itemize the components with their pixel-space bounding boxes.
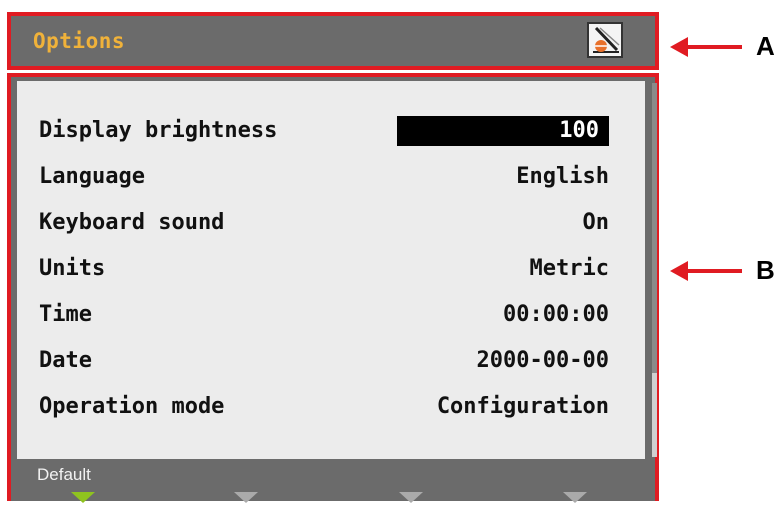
setting-label: Date [39, 348, 92, 373]
setting-value[interactable]: 00:00:00 [503, 297, 609, 333]
arrow-left-icon [670, 261, 742, 281]
softkey-2-arrow-icon[interactable] [234, 492, 258, 503]
setting-value-selected[interactable]: 100 [397, 116, 609, 146]
scrollbar[interactable] [652, 83, 657, 457]
setting-label: Operation mode [39, 394, 225, 419]
callout-label-b: B [756, 255, 775, 285]
softkey-4-arrow-icon[interactable] [563, 492, 587, 503]
setting-label: Language [39, 164, 145, 189]
callout-label-a: A [756, 31, 775, 61]
setting-row-units[interactable]: Units Metric [39, 251, 609, 287]
setting-value[interactable]: On [583, 205, 610, 241]
setting-label: Time [39, 302, 92, 327]
setting-value[interactable]: Metric [530, 251, 609, 287]
setting-value[interactable]: 2000-00-00 [477, 343, 609, 379]
callout-b: B [666, 251, 776, 291]
title-bar: Options [7, 12, 659, 70]
setting-row-date[interactable]: Date 2000-00-00 [39, 343, 609, 379]
setting-label: Units [39, 256, 106, 281]
setting-label: Display brightness [39, 118, 278, 143]
setting-row-time[interactable]: Time 00:00:00 [39, 297, 609, 333]
setting-row-language[interactable]: Language English [39, 159, 609, 195]
setting-row-operation-mode[interactable]: Operation mode Configuration [39, 389, 609, 425]
options-panel: Display brightness 100 Language English … [7, 73, 659, 503]
callout-a: A [666, 27, 776, 67]
softkey-1-arrow-icon[interactable] [71, 492, 95, 503]
softkey-3-arrow-icon[interactable] [399, 492, 423, 503]
arrow-left-icon [670, 37, 742, 57]
pen-tool-icon[interactable] [587, 22, 623, 58]
setting-label: Keyboard sound [39, 210, 225, 235]
softkey-bar: Default [11, 459, 659, 505]
setting-value[interactable]: English [516, 159, 609, 195]
setting-row-display-brightness[interactable]: Display brightness 100 [39, 113, 609, 149]
setting-row-keyboard-sound[interactable]: Keyboard sound On [39, 205, 609, 241]
setting-value[interactable]: Configuration [437, 389, 609, 425]
scrollbar-thumb[interactable] [652, 83, 657, 373]
settings-list: Display brightness 100 Language English … [17, 81, 645, 459]
page-title: Options [33, 29, 126, 53]
softkey-label-default: Default [37, 465, 91, 484]
